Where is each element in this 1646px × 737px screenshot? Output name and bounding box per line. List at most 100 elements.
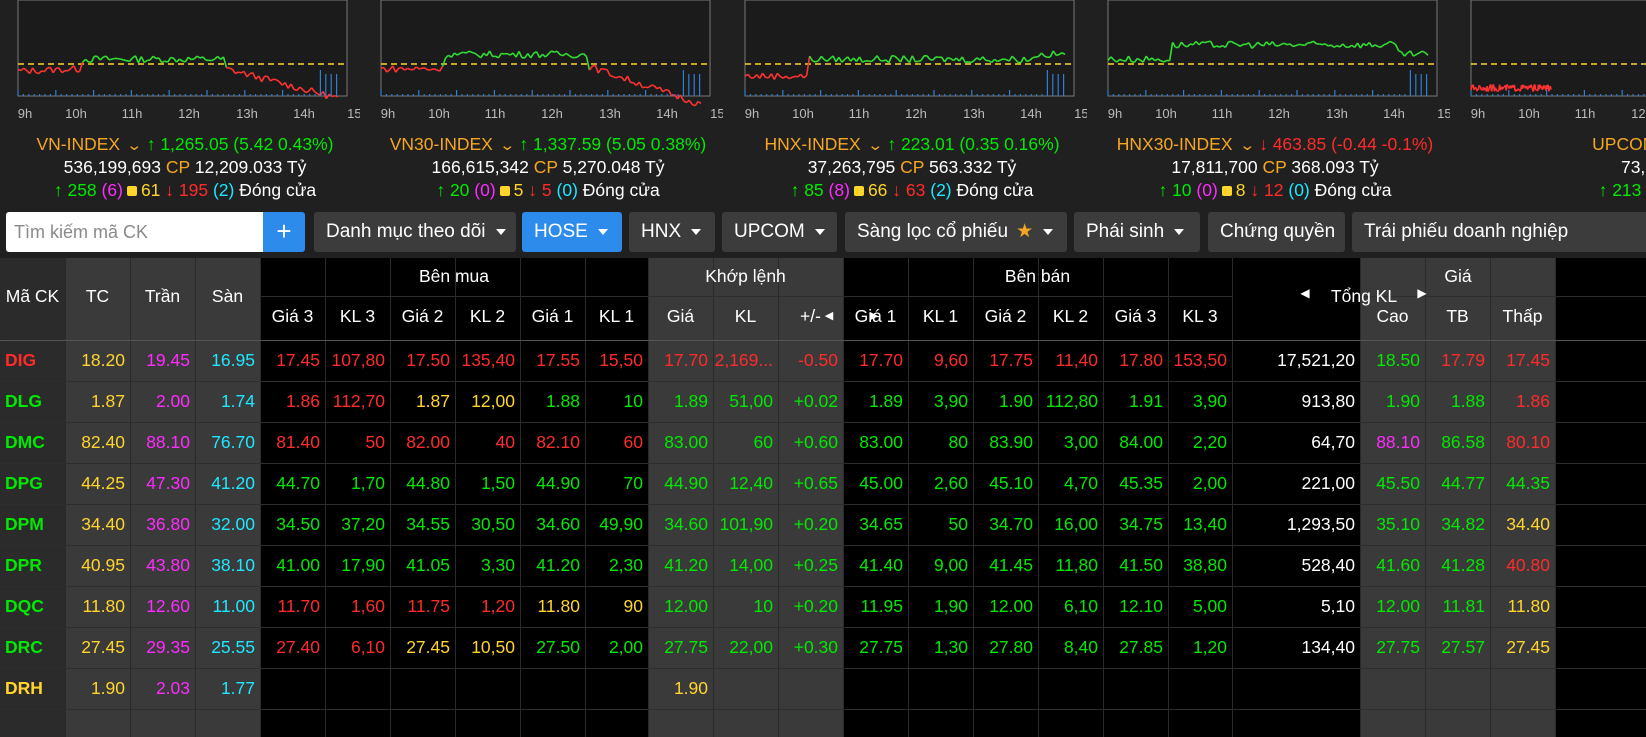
header-buy-col[interactable]: Giá 2 bbox=[390, 306, 455, 327]
header-buy-col[interactable]: Giá 3 bbox=[260, 306, 325, 327]
hour-tick-label: 15h bbox=[1437, 106, 1450, 121]
header-ref[interactable]: TC bbox=[65, 286, 130, 307]
header-buy-col[interactable]: KL 2 bbox=[455, 306, 520, 327]
hour-tick-label: 12h bbox=[178, 106, 200, 121]
header-symbol[interactable]: Mã CK bbox=[0, 286, 65, 307]
index-panel-2[interactable]: 9h10h11h12h13h14h15hHNX-INDEX⌄↑ 223.01 (… bbox=[727, 0, 1087, 212]
quote-cell: 60 bbox=[753, 432, 773, 452]
low-price-cell: 17.45 bbox=[1506, 350, 1550, 370]
quote-cell: 2,169... bbox=[714, 350, 773, 370]
symbol-cell[interactable]: DRH bbox=[5, 678, 43, 699]
avg-price-cell: 44.77 bbox=[1441, 473, 1485, 493]
advance-count: 20 bbox=[449, 180, 470, 200]
index-turnover: 5,270.048 Tỷ bbox=[562, 157, 665, 177]
header-floor[interactable]: Sàn bbox=[195, 286, 260, 307]
derivatives-dropdown[interactable]: Phái sinh bbox=[1074, 212, 1200, 252]
index-panel-3[interactable]: 9h10h11h12h13h14h15hHNX30-INDEX⌄↓ 463.85… bbox=[1090, 0, 1450, 212]
symbol-cell[interactable]: DMC bbox=[5, 432, 45, 453]
header-buy-col[interactable]: Giá 1 bbox=[520, 306, 585, 327]
index-line-segment bbox=[108, 58, 113, 61]
screener-label: Sàng lọc cổ phiếu bbox=[857, 221, 1009, 242]
symbol-cell[interactable]: DPG bbox=[5, 473, 43, 494]
header-divider bbox=[260, 296, 1232, 297]
caret-down-icon bbox=[814, 228, 825, 235]
header-sell-group: Bên bán bbox=[1004, 266, 1071, 286]
quote-cell: 41.50 bbox=[1119, 555, 1163, 575]
index-line-segment bbox=[1499, 87, 1502, 91]
quote-cell: 41.20 bbox=[536, 555, 580, 575]
warrants-button[interactable]: Chứng quyền bbox=[1208, 212, 1345, 252]
quote-cell: 1,70 bbox=[350, 473, 385, 493]
chevron-down-icon[interactable]: ⌄ bbox=[1239, 136, 1255, 154]
hose-dropdown[interactable]: HOSE bbox=[522, 212, 622, 252]
quote-cell: 51,00 bbox=[729, 391, 773, 411]
upcom-dropdown[interactable]: UPCOM bbox=[722, 212, 837, 252]
hour-tick-label: 15h bbox=[1074, 106, 1087, 121]
hour-tick-label: 13h bbox=[599, 106, 621, 121]
header-sell-col[interactable]: Giá 3 bbox=[1103, 306, 1168, 327]
header-buy-col[interactable]: KL 1 bbox=[585, 306, 648, 327]
index-line-segment bbox=[1492, 83, 1495, 86]
index-panel-0[interactable]: 9h10h11h12h13h14h15hVN-INDEX⌄↑ 1,265.05 … bbox=[0, 0, 360, 212]
index-line-segment bbox=[694, 101, 699, 107]
index-name[interactable]: HNX30-INDEX bbox=[1117, 134, 1233, 154]
index-name[interactable]: UPCOM bbox=[1592, 134, 1646, 154]
index-turnover: 563.332 Tỷ bbox=[929, 157, 1017, 177]
index-name[interactable]: VN30-INDEX bbox=[390, 134, 493, 154]
chart-frame bbox=[1107, 0, 1438, 97]
scroll-right-icon[interactable]: ▶ bbox=[1415, 286, 1429, 300]
market-status: Đóng cửa bbox=[1314, 180, 1392, 200]
symbol-cell[interactable]: DQC bbox=[5, 596, 44, 617]
symbol-cell[interactable]: DIG bbox=[5, 350, 36, 371]
header-sell-col[interactable]: KL 3 bbox=[1168, 306, 1232, 327]
index-panel-1[interactable]: 9h10h11h12h13h14h15hVN30-INDEX⌄↑ 1,337.5… bbox=[363, 0, 723, 212]
symbol-cell[interactable]: DLG bbox=[5, 391, 42, 412]
scroll-left-icon[interactable]: ◀ bbox=[1298, 286, 1312, 300]
quote-cell: 17.75 bbox=[989, 350, 1033, 370]
index-line-segment bbox=[1490, 88, 1494, 92]
unchanged-count: 66 bbox=[867, 180, 888, 200]
header-ceiling[interactable]: Trần bbox=[130, 286, 195, 307]
index-name[interactable]: VN-INDEX bbox=[36, 134, 120, 154]
header-price-col[interactable]: Thấp bbox=[1490, 306, 1555, 327]
search-input[interactable] bbox=[6, 212, 263, 252]
index-line-segment bbox=[1319, 43, 1323, 46]
header-sell-col[interactable]: KL 1 bbox=[908, 306, 973, 327]
add-button[interactable]: + bbox=[263, 212, 305, 252]
change-toggle-left-icon[interactable]: ◀ bbox=[823, 309, 835, 322]
chevron-down-icon[interactable]: ⌄ bbox=[126, 136, 142, 154]
header-price-group: Giá bbox=[1444, 266, 1472, 286]
quote-cell: 34.60 bbox=[664, 514, 708, 534]
header-price-col[interactable]: TB bbox=[1425, 306, 1490, 327]
header-buy-col[interactable]: KL 3 bbox=[325, 306, 390, 327]
quote-cell: 70 bbox=[623, 473, 643, 493]
hnx-dropdown[interactable]: HNX bbox=[629, 212, 715, 252]
header-total-volume[interactable]: Tổng KL bbox=[1312, 286, 1416, 307]
header-sell-col[interactable]: Giá 2 bbox=[973, 306, 1038, 327]
header-match-col[interactable]: KL bbox=[713, 306, 778, 327]
floor-price-cell: 76.70 bbox=[211, 432, 255, 452]
index-line-segment bbox=[1531, 87, 1534, 91]
caret-down-icon bbox=[597, 228, 608, 235]
quote-cell: 17.55 bbox=[536, 350, 580, 370]
chevron-down-icon[interactable]: ⌄ bbox=[867, 136, 883, 154]
symbol-cell[interactable]: DRC bbox=[5, 637, 43, 658]
header-sell-col[interactable]: Giá 1 bbox=[843, 306, 908, 327]
quote-cell: 27.80 bbox=[989, 637, 1033, 657]
header-price-col[interactable]: Cao bbox=[1360, 306, 1425, 327]
screener-dropdown[interactable]: Sàng lọc cổ phiếu ★ bbox=[845, 212, 1067, 252]
low-price-cell: 11.80 bbox=[1507, 596, 1551, 616]
symbol-cell[interactable]: DPM bbox=[5, 514, 44, 535]
symbol-cell[interactable]: DPR bbox=[5, 555, 42, 576]
watchlist-dropdown[interactable]: Danh mục theo dõi bbox=[314, 212, 516, 252]
unchanged-count: 8 bbox=[1235, 180, 1246, 200]
bonds-button[interactable]: Trái phiếu doanh nghiệp bbox=[1352, 212, 1646, 252]
hour-tick-label: 14h bbox=[1020, 106, 1042, 121]
index-name[interactable]: HNX-INDEX bbox=[764, 134, 860, 154]
quote-cell: 83.00 bbox=[664, 432, 708, 452]
header-match-col[interactable]: Giá bbox=[648, 306, 713, 327]
floor-price-cell: 32.00 bbox=[211, 514, 255, 534]
index-panel-4[interactable]: 9h10h11h12h13h14h15hUPCOM⌄73,5 ↑ 213 (44… bbox=[1453, 0, 1646, 212]
header-sell-col[interactable]: KL 2 bbox=[1038, 306, 1103, 327]
chevron-down-icon[interactable]: ⌄ bbox=[499, 136, 515, 154]
